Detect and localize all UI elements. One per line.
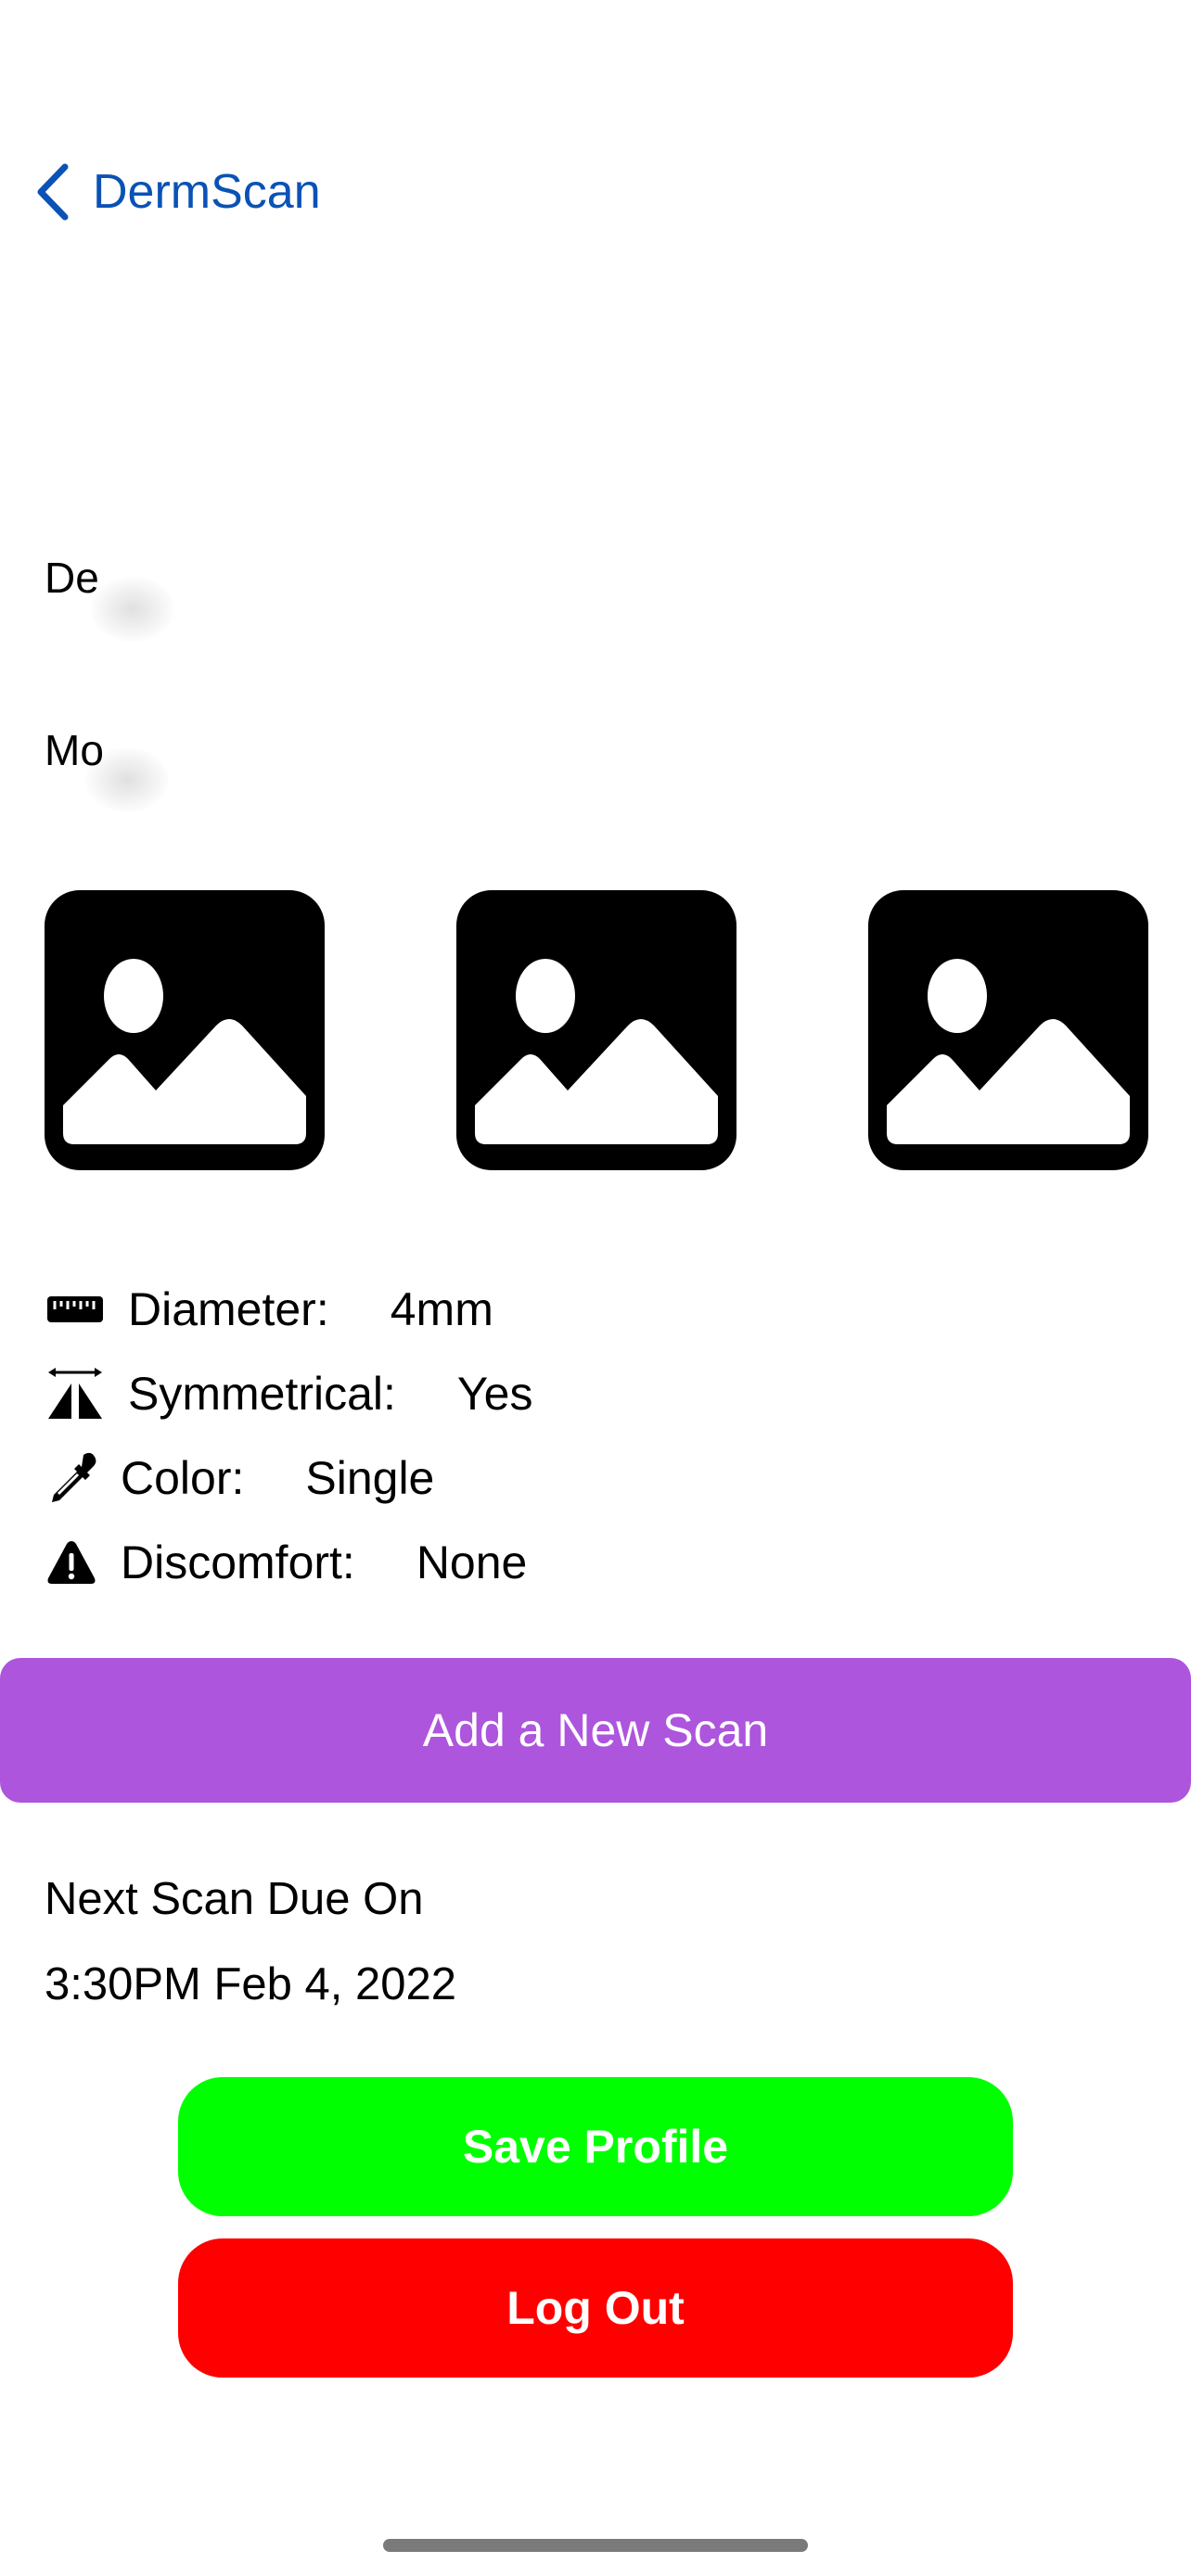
stat-diameter-value: 4mm	[390, 1283, 493, 1335]
stat-diameter-label: Diameter:	[128, 1283, 329, 1335]
back-button-label: DermScan	[93, 165, 321, 219]
save-profile-button[interactable]: Save Profile	[178, 2077, 1013, 2216]
stat-color-label: Color:	[121, 1452, 245, 1504]
stat-color: Color: Single	[46, 1446, 434, 1511]
log-out-button[interactable]: Log Out	[178, 2238, 1013, 2378]
photo-slot-2[interactable]	[456, 890, 736, 1170]
stat-symmetrical-label: Symmetrical:	[128, 1368, 396, 1420]
home-indicator[interactable]	[383, 2539, 808, 2552]
stat-symmetrical-value: Yes	[456, 1368, 533, 1420]
ruler-icon	[46, 1294, 104, 1325]
add-new-scan-button[interactable]: Add a New Scan	[0, 1658, 1191, 1803]
next-scan-label: Next Scan Due On	[45, 1874, 424, 1924]
stat-discomfort-value: None	[416, 1537, 528, 1588]
stat-diameter: Diameter: 4mm	[46, 1277, 493, 1342]
stat-discomfort-label: Discomfort:	[121, 1537, 355, 1588]
photo-placeholder-icon	[868, 890, 1148, 1170]
symmetry-icon	[46, 1367, 104, 1421]
photo-placeholder-icon	[456, 890, 736, 1170]
blurred-field-value	[85, 747, 169, 812]
chevron-left-icon	[37, 163, 69, 221]
photo-placeholder-icon	[45, 890, 325, 1170]
back-button[interactable]: DermScan	[35, 159, 321, 224]
eyedropper-icon	[46, 1451, 96, 1505]
warning-icon	[46, 1539, 96, 1586]
photo-slot-3[interactable]	[868, 890, 1148, 1170]
photo-slot-1[interactable]	[45, 890, 325, 1170]
stat-symmetrical: Symmetrical: Yes	[46, 1361, 533, 1426]
blurred-field-value	[91, 577, 174, 642]
next-scan-datetime: 3:30PM Feb 4, 2022	[45, 1959, 457, 2009]
stat-color-value: Single	[305, 1452, 435, 1504]
stat-discomfort: Discomfort: None	[46, 1530, 527, 1595]
field-label-de: De	[45, 554, 99, 602]
